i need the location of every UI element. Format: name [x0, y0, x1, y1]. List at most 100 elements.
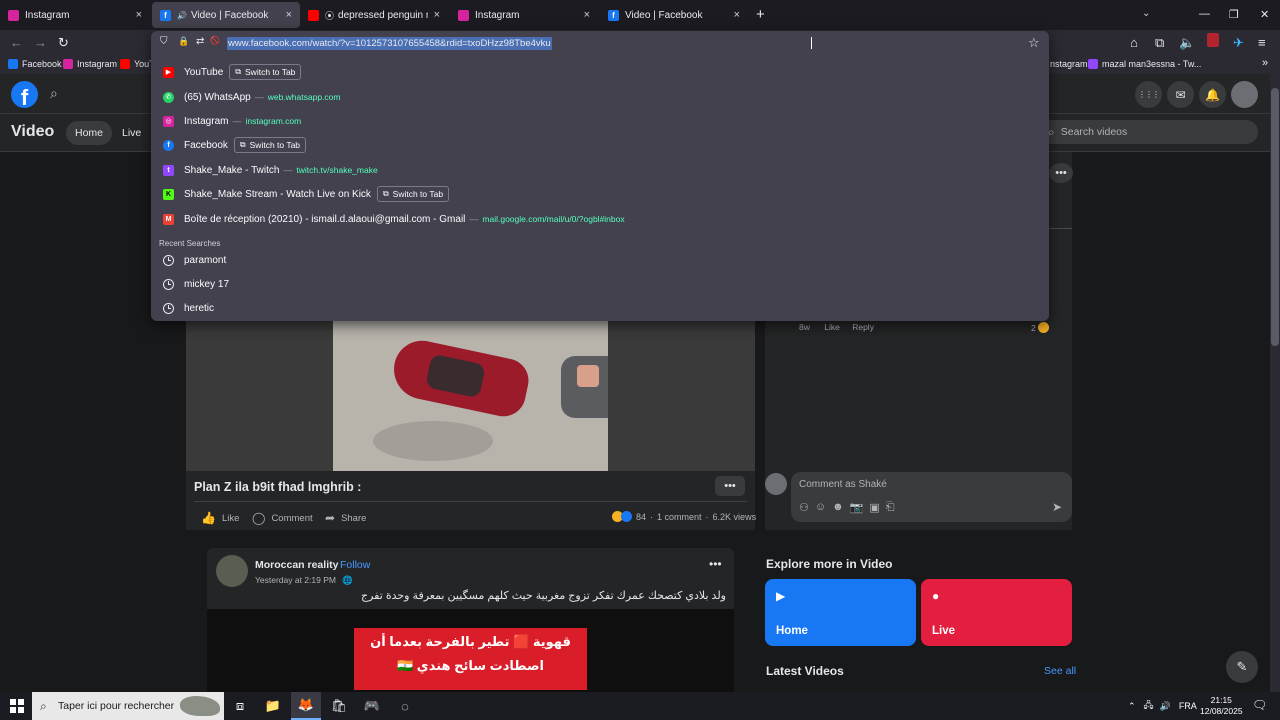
author-name[interactable]: Moroccan reality: [255, 559, 338, 571]
taskbar-search-input[interactable]: ⌕ Taper ici pour rechercher: [32, 692, 224, 720]
comment-count[interactable]: 1 comment: [657, 512, 702, 522]
switch-to-tab-button[interactable]: ⧉ Switch to Tab: [229, 64, 302, 80]
close-tab-icon[interactable]: ×: [286, 9, 292, 21]
mute-icon[interactable]: 🔈: [1179, 35, 1195, 51]
url-bar[interactable]: ⛉ 🔒 ⇄ 🚫 www.facebook.com/watch/?v=101257…: [151, 31, 1049, 55]
close-tab-icon[interactable]: ×: [584, 9, 590, 21]
follow-button[interactable]: Follow: [340, 559, 370, 571]
comment-like-link[interactable]: Like: [824, 322, 840, 332]
switch-to-tab-button[interactable]: ⧉ Switch to Tab: [376, 186, 450, 202]
suggestion-whatsapp[interactable]: ✆ (65) WhatsApp — web.whatsapp.com: [163, 86, 340, 108]
pill-live[interactable]: Live: [113, 121, 150, 145]
bookmark-star-icon[interactable]: ☆: [1028, 35, 1040, 51]
new-message-button[interactable]: ✎: [1226, 651, 1258, 683]
comment-reply-link[interactable]: Reply: [852, 322, 874, 332]
permissions-icon[interactable]: ⇄: [196, 36, 204, 47]
tab-video-facebook-active[interactable]: f 🔊 Video | Facebook ×: [152, 2, 300, 28]
sticker-icon[interactable]: ⎗: [886, 501, 895, 514]
explore-home-card[interactable]: ▶ Home: [765, 579, 916, 646]
tab-depressed-penguin[interactable]: ⦿ depressed penguin meme - ×: [300, 2, 448, 28]
forward-icon[interactable]: →: [34, 35, 47, 50]
menu-icon[interactable]: ≡: [1258, 35, 1266, 50]
gif-icon[interactable]: ▣: [869, 501, 879, 514]
video-player[interactable]: [186, 321, 755, 471]
back-icon[interactable]: ←: [10, 35, 23, 50]
extensions-icon[interactable]: ⧉: [1155, 35, 1164, 51]
app-icon[interactable]: ◌: [390, 692, 420, 720]
suggestion-youtube[interactable]: ▶ YouTube ⧉ Switch to Tab: [163, 61, 302, 83]
more-bookmarks-icon[interactable]: »: [1262, 57, 1268, 69]
camera-icon[interactable]: 📷: [850, 501, 864, 514]
task-view-icon[interactable]: ⧈: [225, 692, 255, 720]
list-all-tabs-icon[interactable]: ⌄: [1142, 8, 1150, 19]
close-tab-icon[interactable]: ×: [136, 9, 142, 21]
taskbar-clock[interactable]: 21:15 12/08/2025: [1200, 695, 1243, 717]
home-icon[interactable]: ⌂: [1130, 35, 1138, 50]
language-indicator[interactable]: FRA: [1179, 701, 1197, 711]
recent-search-item[interactable]: mickey 17: [163, 273, 229, 295]
smiley-icon[interactable]: ☻: [832, 501, 844, 514]
comment-button[interactable]: ◯ Comment: [252, 511, 313, 525]
restore-button[interactable]: ❐: [1229, 8, 1239, 21]
bookmark-twitch[interactable]: mazal man3essna - Tw...: [1088, 59, 1201, 69]
recent-search-item[interactable]: heretic: [163, 297, 214, 319]
firefox-icon[interactable]: 🦊: [291, 692, 321, 720]
like-button[interactable]: 👍 Like: [201, 511, 239, 525]
post-time-text[interactable]: Yesterday at 2:19 PM: [255, 575, 336, 585]
addon-translate-icon[interactable]: ✈: [1233, 35, 1244, 51]
shield-icon[interactable]: ⛉: [160, 36, 168, 47]
facebook-logo[interactable]: f: [11, 81, 38, 108]
new-tab-button[interactable]: +: [756, 6, 765, 23]
send-icon[interactable]: ➤: [1052, 500, 1062, 514]
avatar-sticker-icon[interactable]: ⚇: [799, 501, 809, 514]
lock-icon[interactable]: 🔒: [178, 36, 189, 47]
store-icon[interactable]: 🛍: [324, 692, 354, 720]
see-all-link[interactable]: See all: [1044, 665, 1076, 677]
profile-avatar[interactable]: [1231, 81, 1258, 108]
notification-center-icon[interactable]: 🗨: [1252, 698, 1267, 712]
suggestion-facebook[interactable]: f Facebook ⧉ Switch to Tab: [163, 134, 307, 156]
suggestion-gmail[interactable]: M Boîte de réception (20210) - ismail.d.…: [163, 208, 625, 230]
scrollbar-thumb[interactable]: [1271, 88, 1279, 346]
menu-grid-icon[interactable]: ⋮⋮⋮: [1135, 81, 1162, 108]
recent-search-item[interactable]: paramont: [163, 249, 226, 271]
close-tab-icon[interactable]: ×: [734, 9, 740, 21]
reaction-count[interactable]: 84: [636, 512, 646, 522]
tab-instagram-2[interactable]: Instagram ×: [450, 2, 598, 28]
show-hidden-icons-chevron-icon[interactable]: ⌃: [1128, 701, 1136, 712]
panel-options-button[interactable]: •••: [1049, 163, 1073, 183]
volume-icon[interactable]: 🔊: [1160, 701, 1171, 712]
search-icon[interactable]: ⌕: [50, 85, 58, 102]
reload-icon[interactable]: ↻: [58, 35, 69, 51]
post-options-button[interactable]: •••: [715, 476, 745, 496]
pill-home[interactable]: Home: [66, 121, 113, 145]
video-thumbnail[interactable]: قهوية 🟥 تطير بالفرحة بعدما أن اصطادت سائ…: [354, 628, 587, 690]
minimize-button[interactable]: —: [1199, 8, 1210, 20]
windows-start-icon[interactable]: [10, 699, 24, 713]
author-avatar[interactable]: [216, 555, 248, 587]
comment-reaction-count[interactable]: 2: [1031, 322, 1049, 333]
explore-live-card[interactable]: ● Live: [921, 579, 1072, 646]
close-tab-icon[interactable]: ×: [434, 9, 440, 21]
notifications-icon[interactable]: 🔔: [1199, 81, 1226, 108]
bookmark-facebook[interactable]: Facebook: [8, 59, 62, 69]
url-text[interactable]: www.facebook.com/watch/?v=10125731076554…: [227, 37, 552, 50]
suggestion-kick[interactable]: K Shake_Make Stream - Watch Live on Kick…: [163, 183, 450, 205]
search-videos-input[interactable]: ⌕ Search videos: [1040, 120, 1258, 144]
suggestion-instagram[interactable]: ◎ Instagram — instagram.com: [163, 110, 301, 132]
share-button[interactable]: ➦ Share: [325, 511, 366, 525]
suggestion-twitch[interactable]: t Shake_Make - Twitch — twitch.tv/shake_…: [163, 159, 378, 181]
messenger-icon[interactable]: ✉: [1167, 81, 1194, 108]
network-icon[interactable]: 🖧: [1144, 698, 1154, 714]
speaker-icon[interactable]: 🔊: [177, 11, 187, 20]
tab-instagram-1[interactable]: Instagram ×: [0, 2, 150, 28]
post-options-button[interactable]: •••: [709, 557, 722, 571]
switch-to-tab-button[interactable]: ⧉ Switch to Tab: [233, 137, 307, 153]
bookmark-youtube[interactable]: YouT: [120, 59, 155, 69]
comment-input[interactable]: Comment as Shaké ⚇ ☺ ☻ 📷 ▣ ⎗ ➤: [791, 472, 1072, 522]
bookmark-instagram[interactable]: Instagram: [63, 59, 117, 69]
file-explorer-icon[interactable]: 📁: [258, 692, 288, 720]
bookmark-instagram-2[interactable]: nstagram: [1050, 59, 1088, 69]
tab-video-facebook-2[interactable]: f Video | Facebook ×: [600, 2, 748, 28]
emoji-icon[interactable]: ☺: [815, 501, 826, 514]
